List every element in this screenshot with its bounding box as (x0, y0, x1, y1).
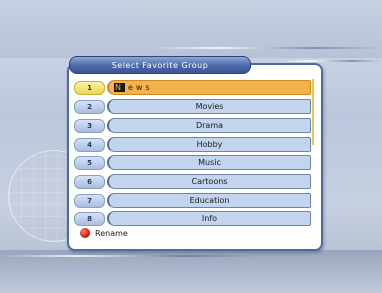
group-name: Music (107, 155, 311, 170)
group-row-5[interactable]: 5 Music (74, 154, 311, 170)
group-number: 4 (74, 138, 105, 152)
rename-label: Rename (95, 228, 128, 238)
background-streak (0, 255, 260, 257)
group-number: 5 (74, 156, 105, 170)
group-row-1[interactable]: 1 News (74, 79, 311, 95)
background-streak (280, 60, 382, 62)
dialog-title: Select Favorite Group (69, 56, 251, 74)
group-row-3[interactable]: 3 Drama (74, 117, 311, 133)
group-number: 7 (74, 194, 105, 208)
group-row-4[interactable]: 4 Hobby (74, 136, 311, 152)
group-name: Movies (107, 99, 311, 114)
group-number: 6 (74, 175, 105, 189)
group-row-6[interactable]: 6 Cartoons (74, 173, 311, 189)
group-name-field[interactable]: News (107, 80, 311, 95)
background-top-band (0, 0, 382, 58)
background-streak (150, 47, 382, 49)
group-row-2[interactable]: 2 Movies (74, 98, 311, 114)
group-name: Hobby (107, 137, 311, 152)
group-number: 2 (74, 100, 105, 114)
group-name: Cartoons (107, 174, 311, 189)
group-number: 8 (74, 212, 105, 226)
group-name-rest: ews (127, 83, 153, 92)
group-row-8[interactable]: 8 Info (74, 210, 311, 226)
group-name: Info (107, 211, 311, 226)
group-name: Education (107, 193, 311, 208)
group-number: 1 (74, 81, 105, 95)
text-cursor: N (114, 83, 125, 92)
group-number: 3 (74, 119, 105, 133)
rename-hint[interactable]: Rename (80, 228, 128, 238)
group-row-7[interactable]: 7 Education (74, 192, 311, 208)
list-scrollbar[interactable] (312, 79, 314, 145)
red-button-icon (80, 228, 90, 238)
group-name: Drama (107, 118, 311, 133)
